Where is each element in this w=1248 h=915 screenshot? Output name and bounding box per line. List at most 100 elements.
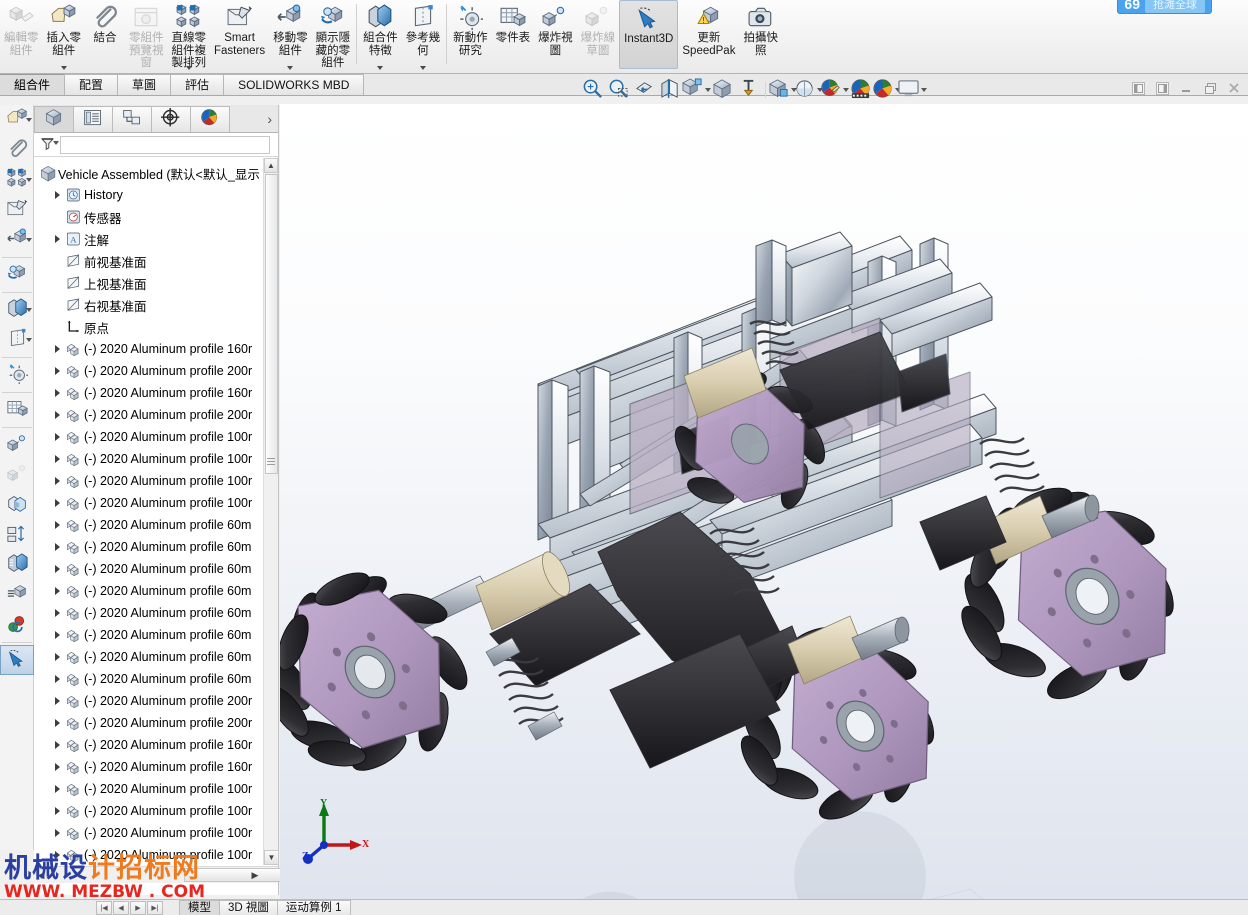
tree-node[interactable]: (-) 2020 Aluminum profile 160r	[34, 756, 278, 778]
scroll-right-button[interactable]: ▶	[248, 868, 262, 882]
tree-node[interactable]: (-) 2020 Aluminum profile 200r	[34, 690, 278, 712]
vertical-scroll-thumb[interactable]	[265, 174, 278, 474]
expand-arrow-icon[interactable]	[50, 609, 64, 617]
expand-arrow-icon[interactable]	[50, 521, 64, 529]
close-icon[interactable]	[1226, 80, 1242, 96]
tree-node[interactable]: (-) 2020 Aluminum profile 160r	[34, 734, 278, 756]
toolbar-button-sensor[interactable]	[0, 610, 34, 640]
ribbon-button-smart-fasteners[interactable]: Smart Fasteners	[210, 0, 269, 71]
ribbon-button-reference-geometry[interactable]: 參考幾 何	[402, 0, 445, 71]
chevron-down-icon[interactable]	[26, 308, 32, 312]
tree-node[interactable]: (-) 2020 Aluminum profile 100r	[34, 470, 278, 492]
heads-up-button-edit-appearance[interactable]	[769, 78, 797, 102]
restore-icon[interactable]	[1202, 80, 1218, 96]
heads-up-button-hide-show-items[interactable]	[736, 78, 761, 102]
bottom-tab-2[interactable]: 运动算例 1	[276, 900, 351, 915]
heads-up-button-previous-view[interactable]	[632, 78, 657, 102]
command-tab-1[interactable]: 配置	[64, 74, 119, 95]
chevron-down-icon[interactable]	[60, 66, 67, 70]
command-tab-3[interactable]: 評估	[170, 74, 225, 95]
ribbon-button-exploded-view[interactable]: 爆炸視 圖	[534, 0, 577, 71]
chevron-down-icon[interactable]	[419, 66, 426, 70]
previous-record-icon[interactable]: ◀	[113, 900, 129, 915]
expand-arrow-icon[interactable]	[50, 587, 64, 595]
expand-arrow-icon[interactable]	[50, 719, 64, 727]
expand-arrow-icon[interactable]	[50, 455, 64, 463]
expand-arrow-icon[interactable]	[50, 631, 64, 639]
tree-node[interactable]: (-) 2020 Aluminum profile 100r	[34, 426, 278, 448]
tree-node[interactable]: 上视基准面	[34, 272, 278, 294]
expand-right-panel-icon[interactable]	[1154, 80, 1170, 96]
expand-arrow-icon[interactable]	[50, 345, 64, 353]
feature-manager-tab-dimxpert-manager[interactable]	[151, 106, 191, 132]
expand-arrow-icon[interactable]	[50, 851, 64, 859]
chevron-down-icon[interactable]	[185, 66, 192, 70]
toolbar-button-assembly-features[interactable]	[0, 295, 34, 325]
feature-manager-tab-property-manager[interactable]	[73, 106, 113, 132]
ribbon-button-assembly-features[interactable]: 組合件 特徵	[359, 0, 402, 71]
tree-node[interactable]: 右视基准面	[34, 294, 278, 316]
command-tab-0[interactable]: 組合件	[0, 74, 66, 95]
horizontal-scroll-thumb[interactable]	[184, 868, 294, 882]
toolbar-button-reference-geometry[interactable]	[0, 325, 34, 355]
tree-node[interactable]: (-) 2020 Aluminum profile 100r	[34, 844, 278, 865]
expand-arrow-icon[interactable]	[50, 675, 64, 683]
ribbon-button-show-hidden-components[interactable]: 顯示隱 藏的零 組件	[312, 0, 355, 71]
tree-node-root[interactable]: Vehicle Assembled (默认<默认_显示	[34, 162, 278, 184]
ribbon-button-update-speedpak[interactable]: ! 更新 SpeedPak	[678, 0, 739, 71]
tree-node[interactable]: (-) 2020 Aluminum profile 60m	[34, 602, 278, 624]
chevron-down-icon[interactable]	[26, 238, 32, 242]
tree-node[interactable]: (-) 2020 Aluminum profile 100r	[34, 778, 278, 800]
tree-node[interactable]: (-) 2020 Aluminum profile 200r	[34, 712, 278, 734]
toolbar-button-show-hidden-components[interactable]	[0, 260, 34, 290]
bottom-tab-0[interactable]: 模型	[179, 900, 220, 915]
feature-manager-tab-display-manager[interactable]	[190, 106, 230, 132]
promo-chip-overlay[interactable]: 69 抢滩全球	[1117, 0, 1212, 14]
feature-tree-vertical-scrollbar[interactable]: ▲ ▼	[263, 158, 279, 865]
expand-arrow-icon[interactable]	[50, 565, 64, 573]
chevron-down-icon[interactable]	[377, 66, 384, 70]
expand-arrow-icon[interactable]	[50, 785, 64, 793]
expand-arrow-icon[interactable]	[50, 741, 64, 749]
feature-manager-tab-configuration-manager[interactable]	[112, 106, 152, 132]
ribbon-button-insert-components[interactable]: 插入零 組件	[43, 0, 86, 71]
toolbar-button-mate-paperclip[interactable]	[0, 135, 34, 165]
tree-node[interactable]: (-) 2020 Aluminum profile 60m	[34, 536, 278, 558]
scroll-left-button[interactable]: ◀	[34, 868, 48, 882]
heads-up-button-apply-scene[interactable]	[796, 78, 823, 102]
tree-node[interactable]: (-) 2020 Aluminum profile 60m	[34, 580, 278, 602]
command-tab-4[interactable]: SOLIDWORKS MBD	[223, 74, 365, 95]
graphics-viewport[interactable]: Y X Z	[280, 104, 1248, 899]
chevron-down-icon[interactable]	[287, 66, 294, 70]
toolbar-button-linear-component-pattern[interactable]	[0, 165, 34, 195]
toolbar-button-move-component[interactable]	[0, 225, 34, 255]
heads-up-button-display-pane[interactable]	[898, 78, 927, 102]
tree-node[interactable]: (-) 2020 Aluminum profile 160r	[34, 382, 278, 404]
collapse-left-panel-icon[interactable]	[1130, 80, 1146, 96]
bottom-tab-1[interactable]: 3D 視圖	[219, 900, 278, 915]
heads-up-button-scene[interactable]	[873, 78, 901, 102]
tree-node[interactable]: (-) 2020 Aluminum profile 200r	[34, 404, 278, 426]
expand-arrow-icon[interactable]	[50, 807, 64, 815]
expand-arrow-icon[interactable]	[50, 235, 64, 243]
heads-up-button-zoom-to-fit[interactable]	[580, 78, 605, 102]
last-record-icon[interactable]: ▶|	[147, 900, 163, 915]
tree-node[interactable]: (-) 2020 Aluminum profile 60m	[34, 558, 278, 580]
first-record-icon[interactable]: |◀	[96, 900, 112, 915]
ribbon-button-mate-paperclip[interactable]: 結合	[85, 0, 125, 71]
chevron-down-icon[interactable]	[26, 338, 32, 342]
tree-node[interactable]: 原点	[34, 316, 278, 338]
ribbon-button-linear-component-pattern[interactable]: 直線零 組件複 製排列	[168, 0, 211, 71]
toolbar-button-insert-components[interactable]	[0, 105, 34, 135]
expand-arrow-icon[interactable]	[50, 829, 64, 837]
expand-arrow-icon[interactable]	[50, 367, 64, 375]
expand-arrow-icon[interactable]	[50, 389, 64, 397]
tree-node[interactable]: (-) 2020 Aluminum profile 200r	[34, 360, 278, 382]
toolbar-button-interference-detection[interactable]	[0, 490, 34, 520]
expand-arrow-icon[interactable]	[50, 411, 64, 419]
heads-up-button-appearances[interactable]	[848, 78, 873, 102]
chevron-down-icon[interactable]	[921, 88, 927, 92]
toolbar-button-performance-evaluation[interactable]	[0, 580, 34, 610]
chevron-down-icon[interactable]	[26, 178, 32, 182]
scroll-down-button[interactable]: ▼	[264, 850, 279, 865]
